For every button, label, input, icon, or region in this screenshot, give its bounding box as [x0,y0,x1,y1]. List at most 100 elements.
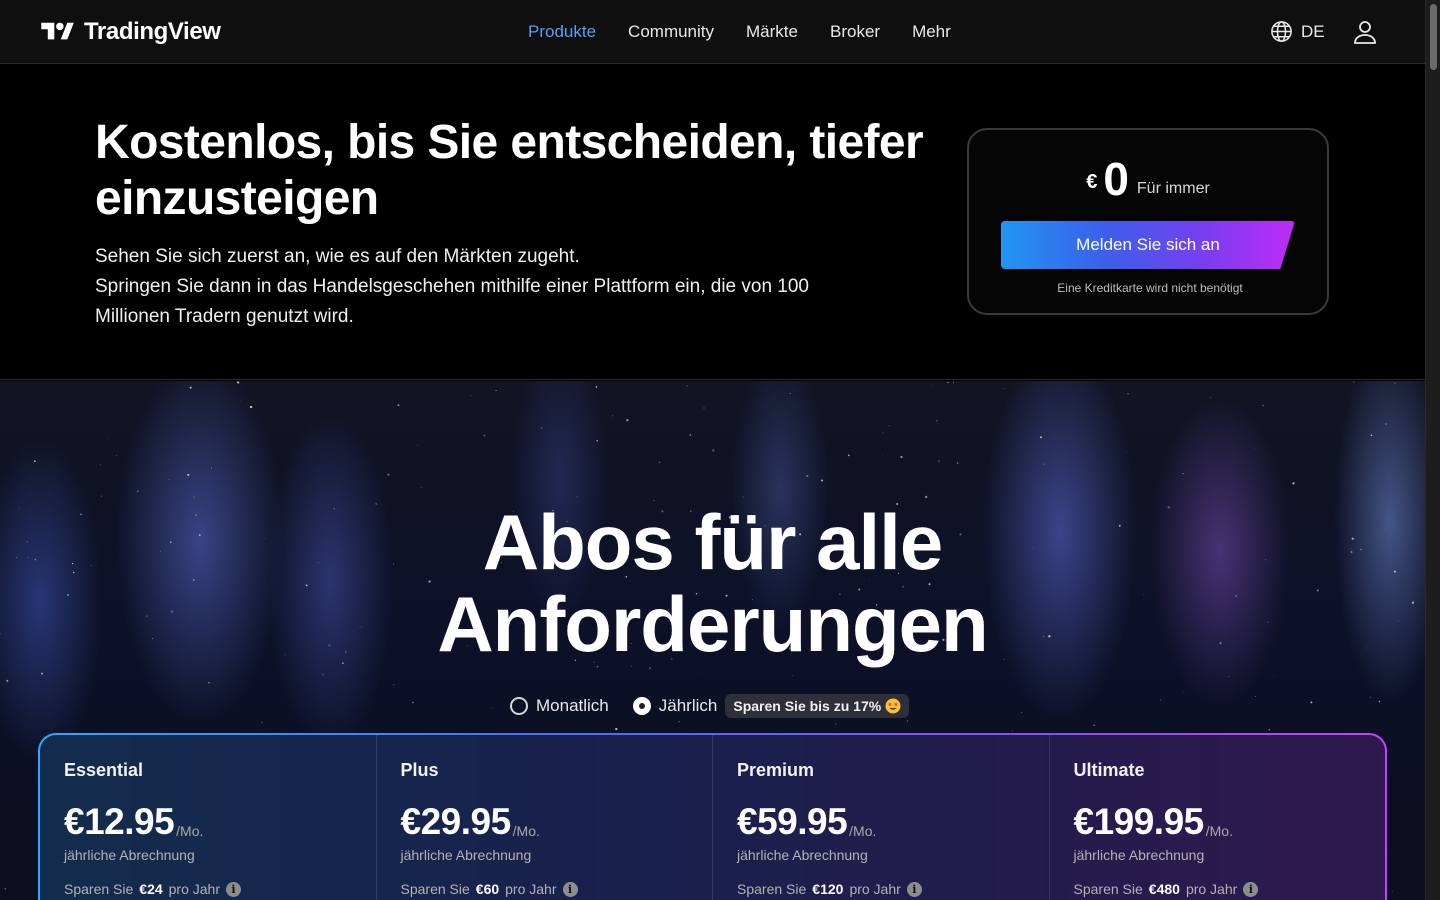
savings-amount: €120 [812,881,844,897]
price-period: Für immer [1136,180,1210,197]
language-code: DE [1301,21,1325,41]
savings-prefix: Sparen Sie [737,881,807,897]
star [1292,482,1295,485]
star [1012,730,1013,732]
star [249,405,253,409]
star [615,727,618,731]
star [1126,451,1127,453]
plan-amount: €12.95 [64,801,175,842]
nav-item-mehr[interactable]: Mehr [912,22,951,42]
star [237,381,240,384]
star [491,707,493,709]
plan-amount: €29.95 [400,801,512,842]
star [261,721,263,723]
nav-item-broker[interactable]: Broker [830,22,880,42]
star [208,681,210,684]
plan-price: €59.95 /Mo. [737,803,876,841]
savings-prefix: Sparen Sie [400,881,470,897]
star [420,487,422,488]
info-icon[interactable]: i [1243,881,1259,897]
language-switcher[interactable]: DE [1270,20,1325,43]
plan-card-ultimate[interactable]: Ultimate €199.95 /Mo. jährliche Abrechnu… [1050,735,1386,900]
star [1369,696,1371,698]
price-currency: € [1086,171,1098,193]
hero-title: Kostenlos, bis Sie entscheiden, tiefer e… [95,116,924,225]
star [1378,700,1381,703]
monthly-label[interactable]: Monatlich [536,696,609,716]
signup-button[interactable]: Melden Sie sich an [1001,221,1295,269]
star [1384,423,1387,426]
plan-name: Ultimate [1073,760,1145,780]
star [1127,392,1129,395]
user-icon[interactable] [1353,19,1377,45]
star [1093,724,1095,726]
page-scrollbar[interactable] [1425,0,1440,900]
star [936,419,938,422]
tradingview-logo-icon [41,22,74,40]
info-icon[interactable]: i [562,881,578,897]
plan-card-premium[interactable]: Premium €59.95 /Mo. jährliche Abrechnung… [713,735,1050,900]
plans-grid: Essential €12.95 /Mo. jährliche Abrechnu… [38,733,1387,900]
info-icon[interactable]: i [226,881,241,897]
savings-prefix: Sparen Sie [64,881,134,897]
star [211,467,213,469]
star [1391,890,1393,893]
star [33,460,36,463]
star [495,389,497,392]
yearly-label[interactable]: Jährlich [659,696,718,716]
free-price: € 0 Für immer [969,156,1327,202]
savings-badge: Sparen Sie bis zu 17% [725,694,910,718]
star [4,887,7,890]
star [1183,692,1185,694]
tradingview-logo[interactable]: TradingView [40,18,221,46]
savings-amount: €24 [139,881,163,897]
star [417,444,418,446]
star-struck-emoji-icon [885,698,901,714]
star [1021,712,1023,714]
star [136,490,139,493]
plan-name: Essential [64,760,144,780]
logo-text: TradingView [84,18,221,45]
star [393,684,395,686]
plan-card-essential[interactable]: Essential €12.95 /Mo. jährliche Abrechnu… [40,735,377,900]
plan-price: €29.95 /Mo. [401,803,540,841]
star [108,437,110,439]
star [1310,701,1313,704]
main-nav: Produkte Community Märkte Broker Mehr [528,22,951,42]
plan-savings: Sparen Sie €24 pro Jahr i [64,881,241,897]
savings-amount: €60 [475,881,500,897]
nav-item-produkte[interactable]: Produkte [528,22,596,42]
star [953,382,954,383]
billing-toggle: Monatlich Jährlich Sparen Sie bis zu 17% [510,694,910,718]
info-icon[interactable]: i [906,881,922,897]
scrollbar-thumb[interactable] [1430,4,1437,70]
star [412,701,414,704]
star [612,415,614,417]
yearly-radio[interactable] [632,697,651,715]
star [698,671,700,673]
star [689,434,691,436]
savings-suffix: pro Jahr [1185,881,1238,897]
star [483,434,486,437]
hero-subtitle-line2: Springen Sie dann in das Handelsgeschehe… [95,276,810,327]
monthly-radio[interactable] [510,697,528,715]
savings-badge-text: Sparen Sie bis zu 17% [733,698,882,714]
star [1262,404,1264,407]
star [1370,434,1373,437]
star [189,386,192,389]
globe-icon [1271,21,1292,42]
star [595,386,598,388]
star [834,723,837,725]
plan-billing-note: jährliche Abrechnung [737,847,868,863]
plan-card-plus[interactable]: Plus €29.95 /Mo. jährliche Abrechnung Sp… [377,735,713,900]
nav-item-maerkte[interactable]: Märkte [746,22,798,42]
plans-section: Abos für alle Anforderungen Monatlich Jä… [0,381,1425,900]
star [658,461,661,464]
star [540,427,543,429]
star [1254,695,1256,697]
star [932,384,933,386]
plan-name: Premium [737,760,815,780]
plan-name: Plus [400,760,439,780]
plan-per-month: /Mo. [1205,823,1233,839]
nav-item-community[interactable]: Community [628,22,714,42]
